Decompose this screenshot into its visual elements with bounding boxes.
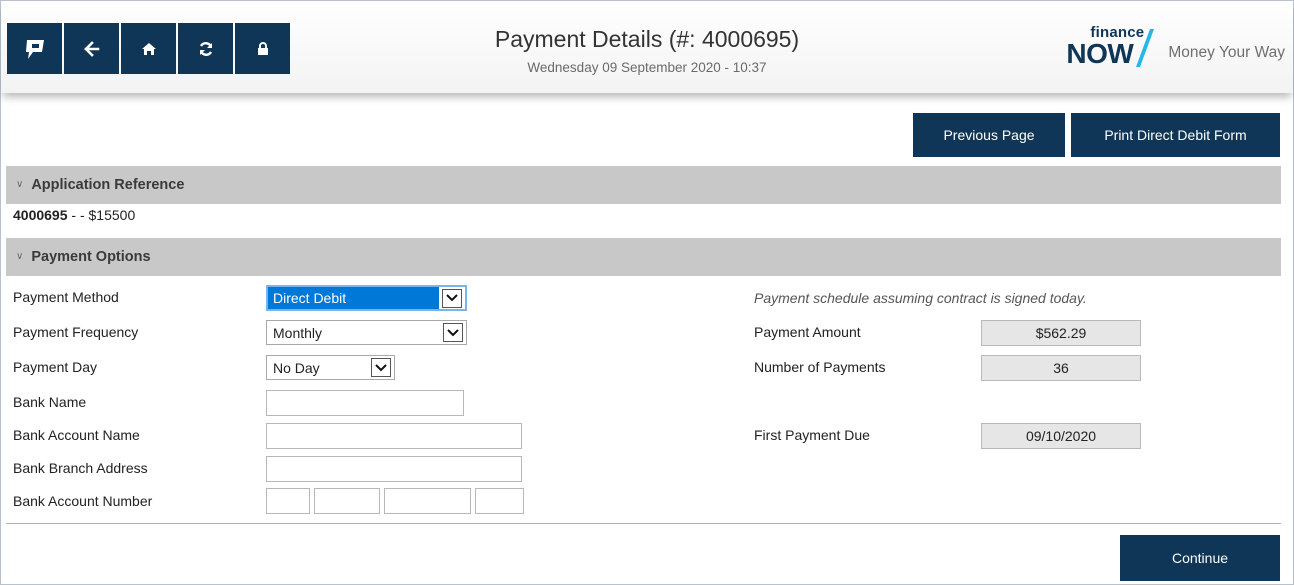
- number-of-payments-label: Number of Payments: [754, 359, 886, 375]
- check-swoosh-icon: [1136, 29, 1155, 67]
- chevron-down-icon[interactable]: [442, 288, 462, 308]
- section-heading: Payment Options: [31, 249, 151, 265]
- payment-frequency-value: Monthly: [273, 324, 323, 341]
- chevron-down-icon[interactable]: [443, 323, 463, 342]
- top-header: Payment Details (#: 4000695) Wednesday 0…: [1, 1, 1293, 93]
- previous-page-button[interactable]: Previous Page: [913, 113, 1065, 157]
- payment-day-select[interactable]: No Day: [266, 355, 395, 380]
- number-of-payments-value: 36: [981, 355, 1141, 381]
- account-number-input[interactable]: [384, 488, 471, 514]
- print-direct-debit-form-button[interactable]: Print Direct Debit Form: [1071, 113, 1280, 157]
- payment-frequency-select[interactable]: Monthly: [266, 320, 467, 345]
- schedule-note: Payment schedule assuming contract is si…: [754, 290, 1087, 306]
- bank-name-label: Bank Name: [13, 394, 87, 410]
- section-payment-options[interactable]: ∨ Payment Options: [6, 238, 1281, 276]
- bank-account-name-input[interactable]: [266, 423, 522, 449]
- brand-big-text: NOW: [1066, 38, 1134, 69]
- payment-day-label: Payment Day: [13, 359, 98, 375]
- finance-now-logo: finance NOW: [1060, 24, 1160, 73]
- first-payment-due-label: First Payment Due: [754, 427, 870, 443]
- brand-tagline: Money Your Way: [1168, 44, 1285, 61]
- chevron-down-icon: ∨: [16, 178, 24, 190]
- chevron-down-icon[interactable]: [371, 358, 391, 377]
- application-id: 4000695: [13, 207, 68, 223]
- payment-amount-value: $562.29: [981, 320, 1141, 346]
- account-suffix-input[interactable]: [475, 488, 524, 514]
- chevron-down-icon: ∨: [16, 250, 24, 262]
- payment-method-select[interactable]: Direct Debit: [266, 285, 467, 311]
- first-payment-due-value: 09/10/2020: [981, 423, 1141, 449]
- brand-logo: finance NOW Money Your Way: [1060, 24, 1285, 73]
- branch-code-input[interactable]: [314, 488, 380, 514]
- section-application-reference[interactable]: ∨ Application Reference: [6, 166, 1281, 204]
- bank-account-number-label: Bank Account Number: [13, 493, 153, 509]
- bank-code-input[interactable]: [266, 488, 310, 514]
- payment-day-value: No Day: [273, 359, 320, 376]
- application-reference-value: 4000695 - - $15500: [13, 207, 135, 223]
- payment-frequency-label: Payment Frequency: [13, 324, 139, 340]
- bank-account-name-label: Bank Account Name: [13, 427, 140, 443]
- payment-method-label: Payment Method: [13, 289, 119, 305]
- bank-name-input[interactable]: [266, 390, 464, 416]
- bank-branch-address-input[interactable]: [266, 456, 522, 482]
- bank-branch-address-label: Bank Branch Address: [13, 460, 148, 476]
- continue-button[interactable]: Continue: [1120, 535, 1280, 581]
- payment-method-value: Direct Debit: [268, 287, 439, 309]
- section-heading: Application Reference: [31, 177, 185, 193]
- payment-amount-label: Payment Amount: [754, 324, 861, 340]
- divider: [6, 523, 1281, 524]
- application-amount: - - $15500: [67, 207, 136, 223]
